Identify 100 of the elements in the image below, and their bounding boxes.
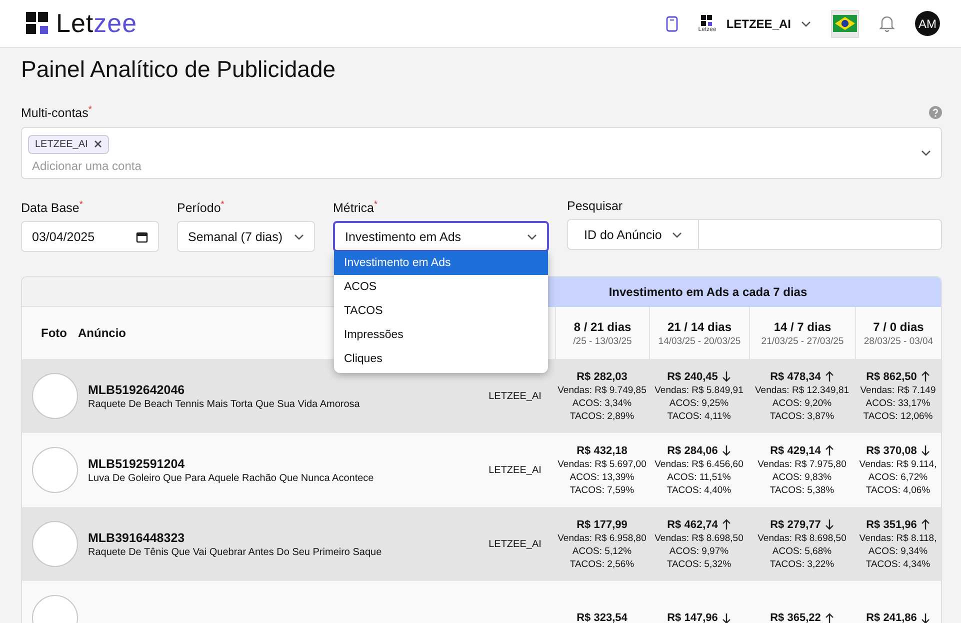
page-title: Painel Analítico de Publicidade — [21, 56, 337, 84]
account-multiselect[interactable]: LETZEE_AI Adicionar uma conta — [21, 127, 942, 180]
sales-value: Vendas: R$ 7.975,80 — [758, 458, 846, 470]
spend-amount: R$ 478,34 — [770, 370, 834, 383]
field-label: Métrica$^{*}$ — [333, 199, 378, 216]
field-label: Período$^{*}$ — [177, 199, 226, 216]
spend-amount: R$ 432,18 — [576, 444, 628, 457]
calendar-icon — [136, 230, 148, 243]
field-label: Data Base$^{*}$ — [21, 199, 84, 216]
flag-icon — [833, 15, 857, 32]
acos-value: ACOS: 9,83% — [772, 472, 832, 483]
field-label: Pesquisar — [567, 199, 624, 214]
acos-value: ACOS: 6,72% — [868, 472, 928, 483]
acos-value: ACOS: 9,20% — [772, 398, 832, 409]
acos-value: ACOS: 9,97% — [669, 546, 729, 557]
sales-value: Vendas: R$ 5.849,91 — [654, 384, 744, 396]
acos-value: ACOS: 9,25% — [669, 398, 729, 409]
account-name: LETZEE_AI — [488, 390, 542, 402]
sales-value: Vendas: R$ 9.749,85 — [558, 384, 646, 396]
ad-title: Raquete De Tênis Que Vai Quebrar Antes Do Seu Primeiro Saque — [88, 546, 383, 558]
chevron-down-icon — [801, 20, 811, 26]
metric-select[interactable]: Investimento em Ads — [333, 221, 549, 252]
period-title: 8 / 21 dias — [574, 320, 632, 334]
arrow-up-icon — [920, 371, 930, 382]
spend-amount: R$ 862,50 — [866, 370, 930, 383]
spend-amount: R$ 282,03 — [576, 370, 628, 383]
spend-amount: R$ 147,96 — [667, 612, 731, 623]
ad-id: MLB5192591204 — [88, 456, 186, 471]
tacos-value: TACOS: 5,32% — [666, 558, 732, 570]
sales-value: Vendas: R$ 8.118, — [859, 532, 937, 544]
period-dates: /25 - 13/03/25 — [573, 336, 632, 347]
spend-amount: R$ 177,99 — [576, 518, 628, 531]
arrow-down-icon — [722, 445, 731, 456]
acos-value: ACOS: 11,51% — [667, 472, 731, 483]
period-title: 14 / 7 dias — [774, 320, 832, 334]
field-label: Multi-contas$^{*}$ — [21, 104, 92, 120]
arrow-down-icon — [920, 445, 930, 456]
logo-icon — [26, 12, 50, 36]
placeholder-text: Adicionar uma conta — [31, 158, 142, 173]
account-name: LETZEE_AI — [488, 538, 542, 550]
tacos-value: TACOS: 4,11% — [667, 410, 731, 422]
period-dates: 14/03/25 - 20/03/25 — [658, 336, 741, 347]
sales-value: Vendas: R$ 5.697,00 — [558, 458, 646, 470]
acos-value: ACOS: 5,12% — [572, 546, 632, 557]
brand-logo-text: Letzee — [56, 8, 138, 39]
user-avatar[interactable]: AM — [915, 11, 940, 36]
date-field[interactable]: 03/04/2025 — [21, 221, 159, 252]
chevron-down-icon — [672, 232, 682, 238]
tacos-value: TACOS: 2,89% — [570, 410, 634, 422]
spend-amount: R$ 241,86 — [866, 612, 930, 623]
ad-title: Luva De Goleiro Que Para Aquele Rachão Que Nunca Acontece — [88, 472, 375, 484]
ad-id: MLB5192642046 — [88, 382, 186, 397]
spend-amount: R$ 279,77 — [770, 518, 834, 531]
arrow-down-icon — [824, 519, 834, 530]
tacos-value: TACOS: 4,06% — [866, 484, 930, 496]
sales-value: Vendas: R$ 7.149 — [860, 384, 936, 396]
sales-value: Vendas: R$ 8.698,50 — [758, 532, 846, 544]
tacos-value: TACOS: 4,34% — [866, 558, 930, 570]
ad-title: Raquete De Beach Tennis Mais Torta Que Sua Vida Amorosa — [88, 398, 361, 410]
arrow-down-icon — [920, 612, 930, 623]
acos-value: ACOS: 9,34% — [868, 546, 928, 557]
sales-value: Vendas: R$ 9.114, — [859, 458, 937, 470]
search-input[interactable] — [699, 219, 942, 250]
arrow-up-icon — [824, 371, 834, 382]
tacos-value: TACOS: 4,40% — [666, 484, 732, 496]
product-photo-placeholder — [32, 521, 78, 568]
search-field-select[interactable]: ID do Anúncio — [567, 219, 699, 250]
spend-amount: R$ 365,22 — [770, 612, 834, 623]
period-title: 21 / 14 dias — [667, 320, 732, 334]
arrow-up-icon — [824, 445, 834, 456]
help-icon[interactable] — [929, 106, 942, 119]
period-select[interactable]: Semanal (7 dias) — [177, 221, 315, 252]
spend-amount: R$ 370,08 — [866, 444, 930, 457]
spend-amount: R$ 462,74 — [667, 518, 731, 531]
bell-icon[interactable] — [879, 15, 895, 32]
dropdown-option[interactable]: Investimento em Ads — [334, 251, 548, 276]
arrow-up-icon — [920, 519, 930, 530]
arrow-down-icon — [722, 371, 731, 382]
tacos-value: TACOS: 3,87% — [770, 410, 834, 422]
tablet-icon[interactable] — [666, 16, 678, 32]
tacos-value: TACOS: 12,06% — [863, 410, 933, 422]
language-flag-button[interactable] — [831, 10, 859, 38]
acos-value: ACOS: 5,68% — [772, 546, 832, 557]
arrow-up-icon — [722, 519, 731, 530]
period-dates: 28/03/25 - 03/04 — [864, 336, 934, 347]
ad-id: MLB3916448323 — [88, 530, 186, 545]
product-photo-placeholder — [32, 373, 78, 420]
period-title: 7 / 0 dias — [873, 320, 924, 334]
spend-amount: R$ 429,14 — [770, 444, 834, 457]
remove-icon[interactable] — [94, 140, 102, 148]
account-name: LETZEE_AI — [488, 464, 542, 476]
acos-value: ACOS: 3,34% — [572, 398, 632, 409]
spend-amount: R$ 240,45 — [667, 370, 731, 383]
chevron-down-icon — [527, 234, 537, 240]
period-dates: 21/03/25 - 27/03/25 — [761, 336, 844, 347]
tacos-value: TACOS: 2,56% — [570, 558, 634, 570]
sales-value: Vendas: R$ 6.456,60 — [654, 458, 744, 470]
chevron-down-icon — [921, 150, 931, 156]
acos-value: ACOS: 13,39% — [570, 472, 634, 483]
arrow-down-icon — [722, 612, 731, 623]
